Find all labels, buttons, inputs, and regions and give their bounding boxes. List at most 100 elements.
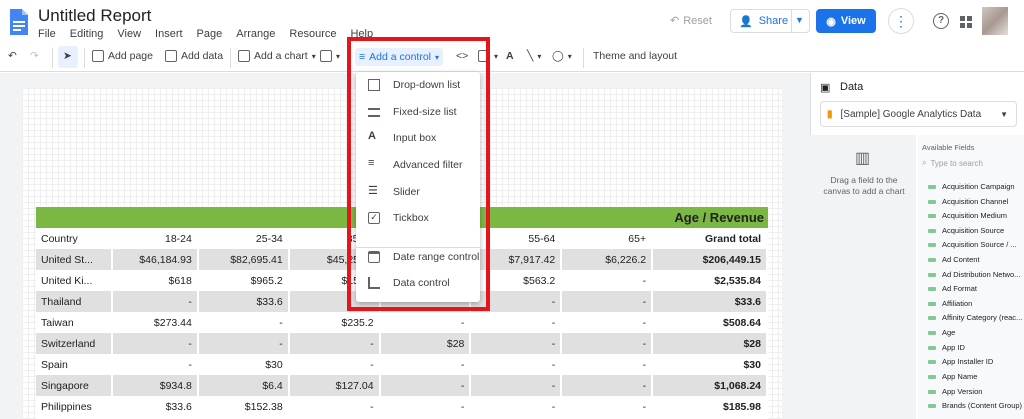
toolbar-divider <box>583 48 584 68</box>
table-row: Spain - $30- - - - $30 <box>36 354 768 375</box>
field-item[interactable]: App Name <box>928 372 977 381</box>
shape-icon: ◯ <box>552 50 564 62</box>
field-item[interactable]: App ID <box>928 343 965 352</box>
col-country[interactable]: Country <box>36 228 113 249</box>
chevron-down-icon[interactable]: ▼ <box>795 15 804 25</box>
reset-button[interactable]: ↶ Reset <box>670 14 712 28</box>
toolbar: ↶ ↷ ➤ Add page Add data Add a chart ▾ ▾ ≡… <box>0 44 1024 72</box>
cell: - <box>111 291 199 312</box>
eye-icon: ◉ <box>826 15 836 28</box>
chevron-down-icon: ▼ <box>1000 109 1008 119</box>
theme-layout-button[interactable]: Theme and layout <box>593 50 677 62</box>
datasource-selector[interactable]: ▮ [Sample] Google Analytics Data ▼ <box>820 101 1017 127</box>
field-item[interactable]: Ad Content <box>928 255 980 264</box>
menu-page[interactable]: Page <box>197 28 223 40</box>
menu-bar: File Editing View Insert Page Arrange Re… <box>38 28 387 40</box>
cell: - <box>111 333 199 354</box>
field-item[interactable]: App Installer ID <box>928 357 993 366</box>
undo-arrow-icon: ↶ <box>670 15 680 27</box>
cell: - <box>288 354 381 375</box>
add-chart-icon <box>238 50 250 62</box>
cell: $185.98 <box>652 396 768 417</box>
cell: Spain <box>36 354 113 375</box>
field-item[interactable]: Acquisition Source <box>928 226 1004 235</box>
col-65-plus[interactable]: 65+ <box>561 228 654 249</box>
apps-grid-icon[interactable] <box>960 16 972 28</box>
menu-resource[interactable]: Resource <box>289 28 336 40</box>
cell: $6.4 <box>197 375 290 396</box>
field-item[interactable]: Affinity Category (reac... <box>928 313 1022 322</box>
menu-insert[interactable]: Insert <box>155 28 183 40</box>
community-viz-button[interactable]: ▾ <box>320 50 340 62</box>
table-row: Singapore $934.8 $6.4 $127.04- - - $1,068.24 <box>36 375 768 396</box>
field-item[interactable]: Ad Format <box>928 284 977 293</box>
field-item[interactable]: Acquisition Channel <box>928 197 1008 206</box>
add-person-icon: 👤 <box>739 15 753 28</box>
table-row: Taiwan $273.44- $235.2- - - $508.64 <box>36 312 768 333</box>
cell: - <box>470 312 563 333</box>
add-chart-button[interactable]: Add a chart ▾ <box>238 50 316 62</box>
field-item[interactable]: Brands (Content Group) <box>928 401 1022 410</box>
cell: - <box>470 396 563 417</box>
avatar[interactable] <box>982 7 1008 35</box>
field-search[interactable]: ⌕ Type to search <box>922 158 983 168</box>
col-18-24[interactable]: 18-24 <box>111 228 199 249</box>
cell: United St... <box>36 249 113 270</box>
cell: - <box>470 375 563 396</box>
cell: - <box>561 312 654 333</box>
highlight-box <box>347 37 490 311</box>
data-panel-header: ▣ Data <box>820 81 864 94</box>
add-chart-icon: ▥ <box>855 150 871 167</box>
cell: Taiwan <box>36 312 113 333</box>
add-data-icon <box>165 50 177 62</box>
text-icon[interactable]: A <box>506 50 514 62</box>
add-data-button[interactable]: Add data <box>165 50 223 62</box>
menu-file[interactable]: File <box>38 28 56 40</box>
cell: $206,449.15 <box>652 249 768 270</box>
cell: - <box>561 375 654 396</box>
view-button[interactable]: ◉ View <box>816 9 876 33</box>
field-item[interactable]: Acquisition Medium <box>928 211 1007 220</box>
cell: $46,184.93 <box>111 249 199 270</box>
report-title[interactable]: Untitled Report <box>38 6 151 26</box>
cell: $33.6 <box>652 291 768 312</box>
line-button[interactable]: ╲ ▾ <box>527 50 541 62</box>
field-item[interactable]: Acquisition Source / ... <box>928 240 1017 249</box>
field-item[interactable]: Affiliation <box>928 299 972 308</box>
cell: $152.38 <box>197 396 290 417</box>
share-button[interactable]: 👤 Share ▼ <box>730 9 810 33</box>
col-grand-total[interactable]: Grand total <box>652 228 768 249</box>
select-cursor-icon[interactable]: ➤ <box>63 50 72 62</box>
cell: Thailand <box>36 291 113 312</box>
panel-toggle-icon[interactable]: ▣ <box>820 81 830 94</box>
cell: $33.6 <box>197 291 290 312</box>
field-item[interactable]: Age <box>928 328 955 337</box>
field-item[interactable]: Acquisition Campaign <box>928 182 1015 191</box>
menu-view[interactable]: View <box>117 28 141 40</box>
cell: - <box>470 354 563 375</box>
field-item[interactable]: App Version <box>928 387 982 396</box>
share-divider <box>791 10 792 32</box>
col-25-34[interactable]: 25-34 <box>197 228 290 249</box>
cell: - <box>379 375 472 396</box>
cell: $2,535.84 <box>652 270 768 291</box>
cell: - <box>561 270 654 291</box>
cell: $6,226.2 <box>561 249 654 270</box>
undo-icon[interactable]: ↶ <box>8 50 17 62</box>
add-page-icon <box>92 50 104 62</box>
shape-button[interactable]: ◯ ▾ <box>552 50 572 62</box>
menu-arrange[interactable]: Arrange <box>236 28 275 40</box>
cell: - <box>561 291 654 312</box>
redo-icon[interactable]: ↷ <box>30 50 39 62</box>
available-fields-label: Available Fields <box>922 143 975 152</box>
report-logo-icon <box>10 9 28 35</box>
menu-editing[interactable]: Editing <box>70 28 104 40</box>
cell: - <box>288 396 381 417</box>
cell: - <box>197 312 290 333</box>
more-options-icon[interactable]: ⋮ <box>888 8 914 34</box>
add-page-button[interactable]: Add page <box>92 50 153 62</box>
field-item[interactable]: Ad Distribution Netwo... <box>928 270 1020 279</box>
cell: - <box>288 333 381 354</box>
help-icon[interactable]: ? <box>933 13 949 29</box>
cell: $934.8 <box>111 375 199 396</box>
